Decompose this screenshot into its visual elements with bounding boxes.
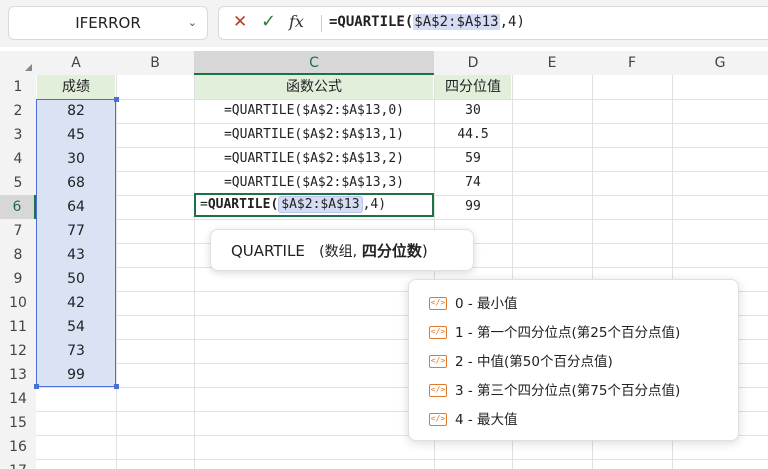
cell-d2[interactable]: 30	[434, 99, 512, 123]
row-header-3[interactable]: 3	[0, 123, 36, 147]
row-header-11[interactable]: 11	[0, 315, 36, 339]
edit-range-ref[interactable]: $A$2:$A$13	[278, 196, 363, 213]
row-header-1[interactable]: 1	[0, 75, 36, 99]
tooltip-function-name: QUARTILE	[231, 242, 305, 260]
row-header-15[interactable]: 15	[0, 411, 36, 435]
row-header-8[interactable]: 8	[0, 243, 36, 267]
column-header-c[interactable]: C	[194, 51, 434, 75]
cell-c3[interactable]: =QUARTILE($A$2:$A$13,1)	[194, 123, 434, 147]
code-icon: </>	[429, 412, 447, 426]
code-icon: </>	[429, 354, 447, 368]
autocomplete-item-label: 0 - 最小值	[455, 296, 518, 312]
column-header-g[interactable]: G	[672, 51, 768, 75]
cell-c1[interactable]: 函数公式	[195, 75, 433, 99]
function-signature-tooltip: QUARTILE (数组, 四分位数)	[210, 229, 474, 271]
select-all-corner[interactable]	[0, 51, 36, 75]
cell-a7[interactable]: 77	[36, 219, 116, 243]
cell-a8[interactable]: 43	[36, 243, 116, 267]
row-header-13[interactable]: 13	[0, 363, 36, 387]
autocomplete-item-label: 1 - 第一个四分位点(第25个百分点值)	[455, 325, 681, 341]
cell-d1[interactable]: 四分位值	[435, 75, 511, 99]
tooltip-arg-array: (数组,	[319, 244, 358, 260]
code-icon: </>	[429, 296, 447, 310]
row-header-14[interactable]: 14	[0, 387, 36, 411]
cell-a5[interactable]: 68	[36, 171, 116, 195]
cell-a11[interactable]: 54	[36, 315, 116, 339]
row-header-12[interactable]: 12	[0, 339, 36, 363]
cell-a2[interactable]: 82	[36, 99, 116, 123]
cancel-icon[interactable]: ✕	[233, 12, 247, 32]
cell-c2[interactable]: =QUARTILE($A$2:$A$13,0)	[194, 99, 434, 123]
formula-bar[interactable]: ✕ ✓ fx =QUARTILE($A$2:$A$13,4)	[218, 6, 768, 40]
divider	[321, 15, 322, 32]
cell-a6[interactable]: 64	[36, 195, 116, 219]
cell-a10[interactable]: 42	[36, 291, 116, 315]
code-icon: </>	[429, 325, 447, 339]
autocomplete-item-label: 4 - 最大值	[455, 412, 518, 428]
autocomplete-item-1[interactable]: </> 1 - 第一个四分位点(第25个百分点值)	[429, 322, 680, 344]
edit-suffix: ,4)	[362, 197, 387, 212]
cell-a9[interactable]: 50	[36, 267, 116, 291]
row-header-10[interactable]: 10	[0, 291, 36, 315]
column-header-e[interactable]: E	[512, 51, 592, 75]
edit-prefix: =	[200, 197, 208, 212]
argument-autocomplete-menu: </> 0 - 最小值 </> 1 - 第一个四分位点(第25个百分点值) </> 2…	[408, 279, 739, 441]
autocomplete-item-0[interactable]: </> 0 - 最小值	[429, 293, 518, 315]
grid-divider	[116, 75, 117, 469]
chevron-down-icon[interactable]: ⌄	[188, 7, 197, 39]
edit-function: QUARTILE(	[207, 197, 279, 212]
row-header-16[interactable]: 16	[0, 435, 36, 459]
column-header-a[interactable]: A	[36, 51, 116, 75]
cell-d5[interactable]: 74	[434, 171, 512, 195]
cell-d4[interactable]: 59	[434, 147, 512, 171]
row-header-6[interactable]: 6	[0, 195, 36, 219]
row-header-5[interactable]: 5	[0, 171, 36, 195]
autocomplete-item-label: 3 - 第三个四分位点(第75个百分点值)	[455, 383, 681, 399]
autocomplete-item-3[interactable]: </> 3 - 第三个四分位点(第75个百分点值)	[429, 380, 680, 402]
tooltip-close: )	[421, 242, 428, 260]
cell-c5[interactable]: =QUARTILE($A$2:$A$13,3)	[194, 171, 434, 195]
check-icon[interactable]: ✓	[261, 11, 276, 32]
row-header-9[interactable]: 9	[0, 267, 36, 291]
cell-d3[interactable]: 44.5	[434, 123, 512, 147]
cell-c4[interactable]: =QUARTILE($A$2:$A$13,2)	[194, 147, 434, 171]
cell-a1[interactable]: 成绩	[37, 75, 115, 99]
formula-prefix: =QUARTILE(	[329, 14, 414, 30]
cell-a13[interactable]: 99	[36, 363, 116, 387]
fx-icon[interactable]: fx	[289, 12, 304, 31]
name-box[interactable]: IFERROR ⌄	[8, 6, 208, 40]
cell-c6-editor[interactable]: =QUARTILE($A$2:$A$13,4)	[200, 193, 386, 217]
formula-text[interactable]: =QUARTILE($A$2:$A$13,4)	[329, 14, 525, 30]
formula-range-ref: $A$2:$A$13	[413, 14, 500, 30]
name-box-value: IFERROR	[75, 14, 141, 32]
row-header-4[interactable]: 4	[0, 147, 36, 171]
autocomplete-item-label: 2 - 中值(第50个百分点值)	[455, 354, 613, 370]
column-header-f[interactable]: F	[592, 51, 672, 75]
grid-divider	[36, 219, 768, 220]
row-header-17[interactable]: 17	[0, 459, 36, 469]
formula-suffix: ,4)	[499, 14, 525, 30]
column-header-d[interactable]: D	[434, 51, 512, 75]
tooltip-arg-quart: 四分位数	[361, 242, 422, 260]
select-all-icon	[25, 64, 32, 71]
spreadsheet-grid: A B C D E F G 1 2 3 4 5 6 7 8 9 10 11 12…	[0, 47, 768, 469]
cell-d6[interactable]: 99	[434, 195, 512, 219]
cell-a12[interactable]: 73	[36, 339, 116, 363]
grid-divider	[36, 459, 768, 460]
cell-a3[interactable]: 45	[36, 123, 116, 147]
column-header-b[interactable]: B	[116, 51, 194, 75]
row-header-7[interactable]: 7	[0, 219, 36, 243]
autocomplete-item-2[interactable]: </> 2 - 中值(第50个百分点值)	[429, 351, 613, 373]
autocomplete-item-4[interactable]: </> 4 - 最大值	[429, 409, 518, 431]
cell-a4[interactable]: 30	[36, 147, 116, 171]
row-header-2[interactable]: 2	[0, 99, 36, 123]
code-icon: </>	[429, 383, 447, 397]
formula-toolbar: IFERROR ⌄ ✕ ✓ fx =QUARTILE($A$2:$A$13,4)	[0, 0, 768, 47]
